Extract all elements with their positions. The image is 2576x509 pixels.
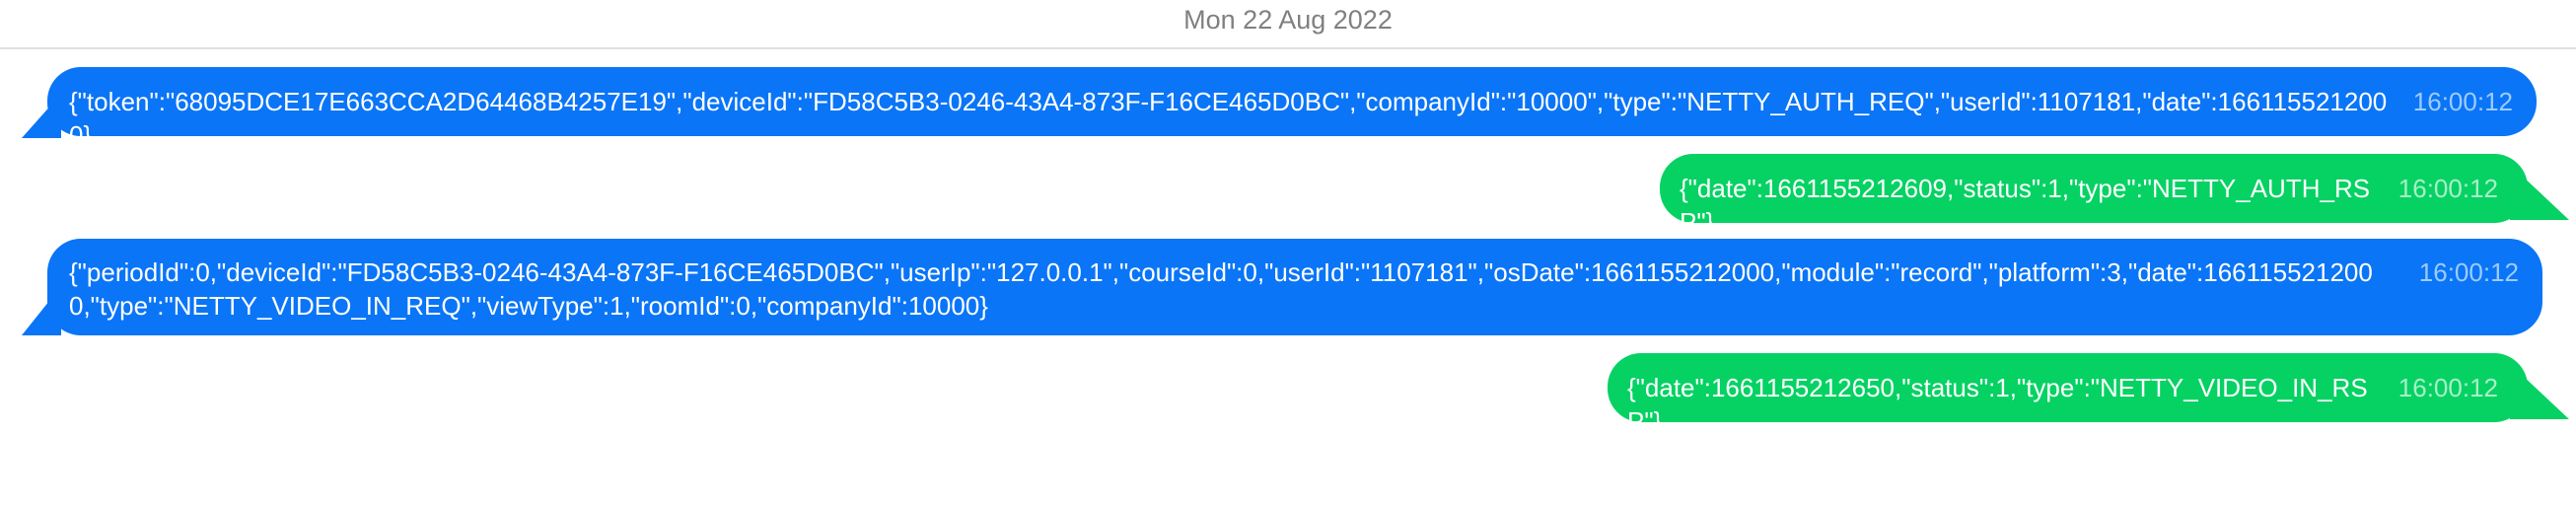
date-separator: Mon 22 Aug 2022 [0, 0, 2576, 49]
bubble-tail [2510, 373, 2569, 419]
message-text: {"periodId":0,"deviceId":"FD58C5B3-0246-… [69, 257, 2373, 321]
message-timestamp: 16:00:12 [2397, 373, 2498, 402]
message-timestamp: 16:00:12 [2412, 87, 2513, 116]
message-text: {"date":1661155212650,"status":1,"type":… [1627, 373, 2368, 436]
message-text: {"token":"68095DCE17E663CCA2D64468B4257E… [69, 87, 2388, 150]
message-bubble-sent[interactable]: {"date":1661155212650,"status":1,"type":… [1608, 353, 2528, 436]
message-timestamp: 16:00:12 [2397, 174, 2498, 203]
message-text: {"date":1661155212609,"status":1,"type":… [1680, 174, 2371, 237]
message-bubble-received[interactable]: {"token":"68095DCE17E663CCA2D64468B4257E… [47, 67, 2537, 150]
message-bubble-received[interactable]: {"periodId":0,"deviceId":"FD58C5B3-0246-… [47, 239, 2542, 335]
message-bubble-sent[interactable]: {"date":1661155212609,"status":1,"type":… [1660, 154, 2528, 237]
bubble-tail [2510, 174, 2569, 220]
message-timestamp: 16:00:12 [2418, 257, 2519, 287]
